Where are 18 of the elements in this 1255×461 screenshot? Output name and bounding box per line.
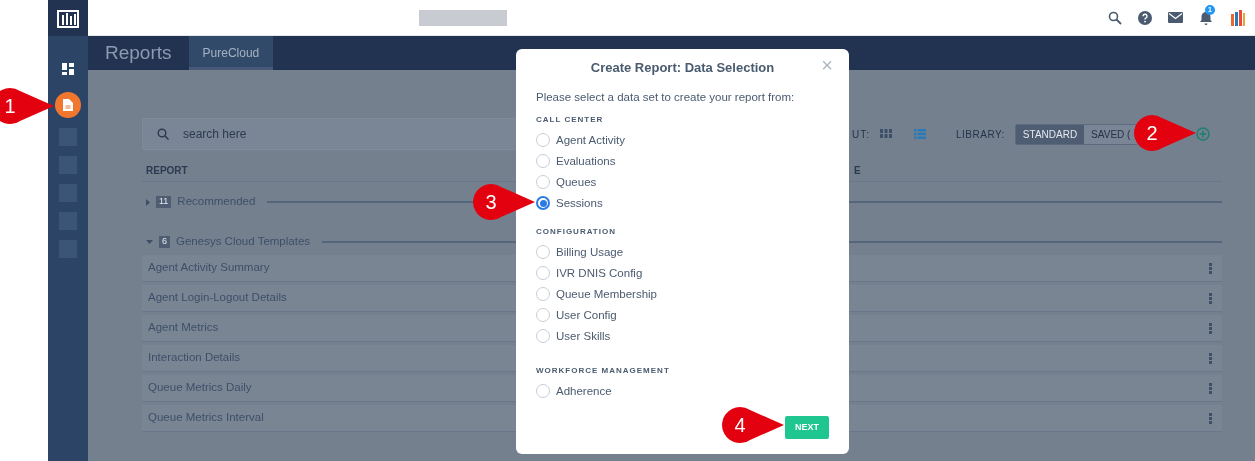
report-name: Interaction Details <box>148 350 241 366</box>
report-name: Queue Metrics Daily <box>148 380 252 396</box>
report-name: Agent Login-Logout Details <box>148 290 287 306</box>
dialog-title: Create Report: Data Selection <box>590 59 775 77</box>
report-name: Agent Activity Summary <box>148 260 270 276</box>
report-name: Agent Metrics <box>148 320 219 336</box>
section-heading: WORKFORCE MANAGEMENT <box>536 364 671 377</box>
layout-label: UT: <box>852 127 870 142</box>
page-title: Reports <box>104 40 173 65</box>
column-header: REPORT <box>145 164 189 178</box>
column-header: E <box>854 164 861 178</box>
dialog-prompt: Please select a data set to create your report from: <box>536 89 796 105</box>
report-name: Queue Metrics Interval <box>148 410 264 426</box>
count-badge: 6 <box>159 236 170 248</box>
section-heading: CONFIGURATION <box>536 225 617 238</box>
count-badge: 11 <box>156 196 172 208</box>
step-callout: 1 <box>0 86 54 126</box>
library-label: LIBRARY: <box>956 127 1005 142</box>
